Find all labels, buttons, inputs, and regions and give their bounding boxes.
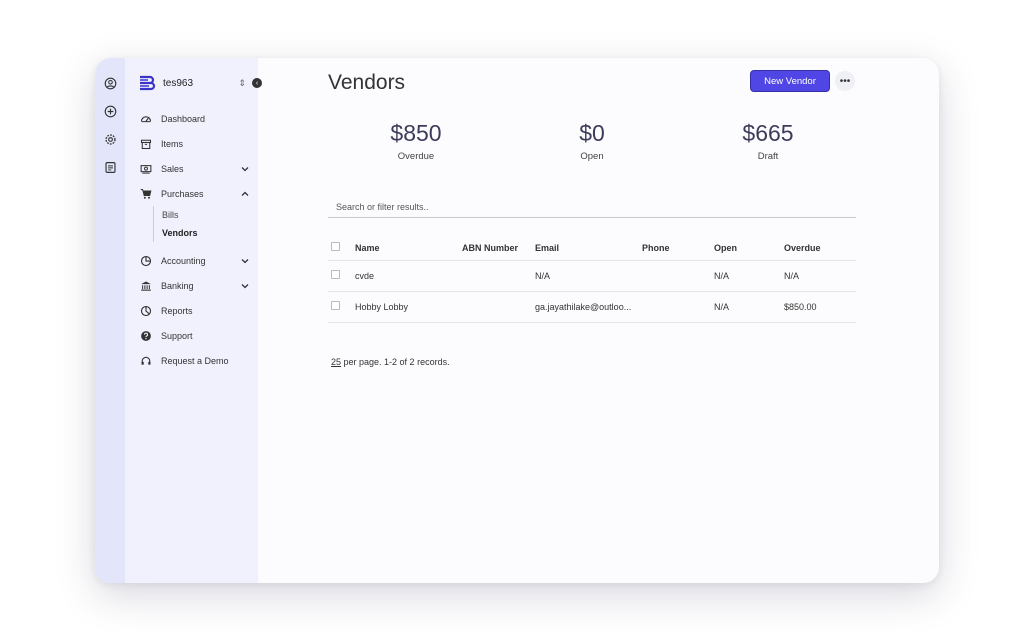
- vendor-name[interactable]: cvde: [355, 260, 462, 292]
- bank-icon: [139, 279, 153, 293]
- sidebar-item-items[interactable]: Items: [139, 131, 258, 156]
- table-row[interactable]: Hobby Lobby ga.jayathilake@outloo... N/A…: [328, 291, 856, 323]
- sidebar-item-bills[interactable]: Bills: [162, 206, 258, 224]
- vendor-open: N/A: [714, 291, 784, 323]
- vendor-overdue: $850.00: [784, 291, 856, 323]
- pagination-info: 25 per page. 1-2 of 2 records.: [331, 357, 450, 367]
- chevron-down-icon: [241, 166, 249, 171]
- new-vendor-button[interactable]: New Vendor: [750, 70, 830, 92]
- sidebar-item-dashboard[interactable]: Dashboard: [139, 106, 258, 131]
- column-header-overdue[interactable]: Overdue: [784, 236, 856, 261]
- box-icon: [139, 137, 153, 151]
- brand-logo-icon: [140, 75, 156, 91]
- purchases-submenu: Bills Vendors: [153, 206, 258, 242]
- stat-value: $665: [742, 120, 794, 146]
- stat-label: Overdue: [397, 151, 435, 162]
- stat-overdue: $850 Overdue: [328, 120, 504, 162]
- row-checkbox[interactable]: [331, 301, 340, 310]
- vendors-table: Name ABN Number Email Phone Open Overdue…: [328, 236, 856, 323]
- sidebar-item-support[interactable]: Support: [139, 323, 258, 348]
- app-window: tes963 ⇕ ‹ Dashboard Items Sales Purchas…: [95, 58, 939, 583]
- select-all-checkbox[interactable]: [331, 242, 340, 252]
- icon-rail: [95, 58, 125, 583]
- stat-draft: $665 Draft: [680, 120, 856, 162]
- column-header-email[interactable]: Email: [535, 236, 642, 261]
- vendor-open: N/A: [714, 260, 784, 292]
- cart-icon: [139, 187, 153, 201]
- table-header-row: Name ABN Number Email Phone Open Overdue: [328, 236, 856, 261]
- chevron-down-icon: [241, 258, 249, 263]
- sidebar-item-banking[interactable]: Banking: [139, 273, 258, 298]
- vendor-phone: [642, 260, 714, 292]
- table-row[interactable]: cvde N/A N/A N/A: [328, 260, 856, 292]
- sidebar-item-label: Reports: [161, 305, 193, 316]
- sidebar-item-reports[interactable]: Reports: [139, 298, 258, 323]
- vendor-email: N/A: [535, 260, 642, 292]
- main-content: Vendors New Vendor ••• $850 Overdue $0 O…: [258, 58, 939, 583]
- org-name: tes963: [163, 77, 194, 89]
- more-options-button[interactable]: •••: [835, 71, 855, 91]
- stat-open: $0 Open: [504, 120, 680, 162]
- sidebar-item-vendors[interactable]: Vendors: [162, 224, 258, 242]
- sidebar-item-label: Support: [161, 330, 193, 341]
- stat-label: Draft: [757, 151, 779, 162]
- org-switcher[interactable]: tes963 ⇕ ‹: [139, 74, 262, 92]
- sidebar-item-purchases[interactable]: Purchases: [139, 181, 258, 206]
- gear-icon[interactable]: [103, 132, 117, 146]
- per-page-select[interactable]: 25: [331, 357, 341, 367]
- vendor-overdue: N/A: [784, 260, 856, 292]
- sidebar-item-accounting[interactable]: Accounting: [139, 248, 258, 273]
- column-header-abn[interactable]: ABN Number: [462, 236, 535, 261]
- sidebar-item-label: Sales: [161, 163, 184, 174]
- help-icon: [139, 329, 153, 343]
- chevron-down-icon: [241, 283, 249, 288]
- search-input[interactable]: [328, 196, 856, 218]
- summary-stats: $850 Overdue $0 Open $665 Draft: [328, 120, 856, 162]
- add-icon[interactable]: [103, 104, 117, 118]
- column-header-phone[interactable]: Phone: [642, 236, 714, 261]
- vendor-phone: [642, 291, 714, 323]
- column-header-name[interactable]: Name: [355, 236, 462, 261]
- sidebar-item-label: Accounting: [161, 255, 206, 266]
- headset-icon: [139, 354, 153, 368]
- vendor-abn: [462, 291, 535, 323]
- gauge-icon: [139, 112, 153, 126]
- updown-icon[interactable]: ⇕: [238, 78, 246, 89]
- chevron-up-icon: [241, 191, 249, 196]
- stat-value: $850: [390, 120, 442, 146]
- vendor-email: ga.jayathilake@outloo...: [535, 291, 642, 323]
- row-checkbox[interactable]: [331, 270, 340, 279]
- pie-chart-icon: [139, 254, 153, 268]
- sidebar-item-sales[interactable]: Sales: [139, 156, 258, 181]
- stat-value: $0: [579, 120, 605, 146]
- pagination-text: per page. 1-2 of 2 records.: [341, 357, 450, 367]
- vendor-abn: [462, 260, 535, 292]
- sidebar-item-label: Purchases: [161, 188, 204, 199]
- sidebar-item-label: Banking: [161, 280, 194, 291]
- sidebar-item-request-demo[interactable]: Request a Demo: [139, 348, 258, 373]
- stat-label: Open: [580, 151, 604, 162]
- vendor-name[interactable]: Hobby Lobby: [355, 291, 462, 323]
- page-title: Vendors: [328, 71, 406, 94]
- report-chart-icon: [139, 304, 153, 318]
- column-header-open[interactable]: Open: [714, 236, 784, 261]
- notes-icon[interactable]: [103, 160, 117, 174]
- sidebar-item-label: Dashboard: [161, 113, 206, 124]
- sidebar-item-label: Request a Demo: [161, 355, 229, 366]
- sidebar-item-label: Items: [161, 138, 184, 149]
- cash-icon: [139, 162, 153, 176]
- account-icon[interactable]: [103, 76, 117, 90]
- sidebar: tes963 ⇕ ‹ Dashboard Items Sales Purchas…: [125, 58, 262, 583]
